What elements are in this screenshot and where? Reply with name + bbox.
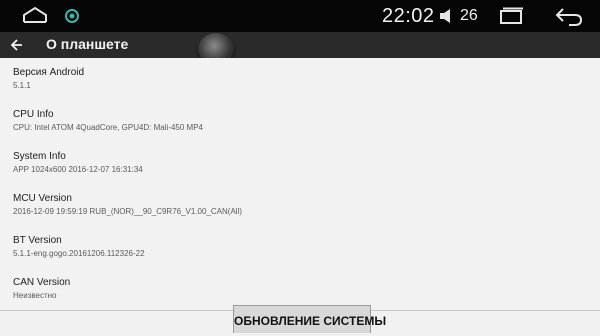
- system-update-button[interactable]: ОБНОВЛЕНИЕ СИСТЕМЫ: [233, 305, 386, 333]
- item-title: System Info: [13, 151, 66, 162]
- item-value: APP 1024x600 2016-12-07 16:31:34: [13, 165, 143, 174]
- item-value: CPU: Intel ATOM 4QuadCore, GPU4D: Mali-4…: [13, 123, 203, 132]
- list-item-bt-version[interactable]: BT Version 5.1.1-eng.gogo.20161206.11232…: [0, 226, 600, 269]
- item-title: Версия Android: [13, 67, 85, 78]
- item-title: MCU Version: [13, 193, 72, 204]
- item-value: 5.1.1-eng.gogo.20161206.112326-22: [13, 249, 145, 258]
- page-title: О планшете: [46, 36, 129, 52]
- recent-apps-icon[interactable]: [498, 7, 524, 25]
- list-item-mcu-version[interactable]: MCU Version 2016-12-09 19:59:19 RUB_(NOR…: [0, 184, 600, 227]
- item-value: 2016-12-09 19:59:19 RUB_(NOR)__90_C9R76_…: [13, 207, 243, 216]
- action-bar: О планшете: [0, 32, 600, 58]
- list-item-system-info[interactable]: System Info APP 1024x600 2016-12-07 16:3…: [0, 142, 600, 185]
- status-time: 22:02: [382, 5, 435, 27]
- item-title: CPU Info: [13, 109, 54, 120]
- item-value: 5.1.1: [13, 81, 31, 90]
- status-bar: 22:02 26: [0, 0, 600, 32]
- volume-level: 26: [460, 7, 478, 24]
- list-item-android-version[interactable]: Версия Android 5.1.1: [0, 58, 600, 101]
- back-icon[interactable]: [555, 6, 583, 26]
- volume-icon[interactable]: [439, 8, 455, 24]
- list-item-cpu-info[interactable]: CPU Info CPU: Intel ATOM 4QuadCore, GPU4…: [0, 100, 600, 143]
- item-title: CAN Version: [13, 277, 71, 288]
- notification-icon: [65, 9, 79, 23]
- item-title: BT Version: [13, 235, 62, 246]
- home-icon[interactable]: [22, 6, 48, 24]
- arrow-left-icon[interactable]: [11, 39, 23, 51]
- item-value: Неизвестно: [13, 291, 57, 300]
